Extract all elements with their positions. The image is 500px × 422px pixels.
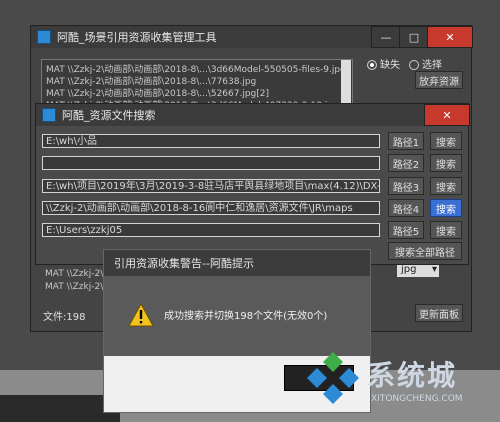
chevron-down-icon: ▾ xyxy=(431,264,437,275)
radio-missing[interactable]: 缺失 xyxy=(367,56,400,71)
dialog-message: 成功搜索并切换198个文件(无效0个) xyxy=(164,311,328,322)
watermark: 系统城 XITONGCHENG.COM xyxy=(305,350,500,410)
radio-missing-label: 缺失 xyxy=(380,60,400,71)
file-count: 文件:198 xyxy=(43,312,86,323)
refresh-panel-button[interactable]: 更新面板 xyxy=(415,304,463,322)
close-button[interactable]: ✕ xyxy=(427,26,473,48)
watermark-text: 系统城 xyxy=(367,359,458,392)
path-button-5[interactable]: 路径5 xyxy=(388,221,424,239)
search-window-title: 阿酷_资源文件搜索 xyxy=(62,109,156,122)
search-button-3[interactable]: 搜索 xyxy=(430,177,462,195)
app-icon xyxy=(37,30,51,44)
discard-resource-button[interactable]: 放弃资源 xyxy=(415,71,463,89)
close-button[interactable]: ✕ xyxy=(424,104,470,126)
path-field-3[interactable]: E:\wh\项目\2019年\3月\2019-3-8驻马店平舆县绿地项目\max… xyxy=(42,179,380,193)
path-field-2[interactable] xyxy=(42,156,380,170)
format-select[interactable]: jpg ▾ xyxy=(397,263,439,277)
maximize-button[interactable]: □ xyxy=(399,26,429,48)
path-button-4[interactable]: 路径4 xyxy=(388,199,424,217)
search-window-titlebar: 阿酷_资源文件搜索 xyxy=(36,104,468,126)
path-field-5[interactable]: E:\Users\zzkj05 xyxy=(42,223,380,237)
background-dark-area xyxy=(0,395,120,422)
search-button-2[interactable]: 搜索 xyxy=(430,154,462,172)
radio-select[interactable]: 选择 xyxy=(409,56,442,71)
radio-select-label: 选择 xyxy=(422,60,442,71)
minimize-button[interactable]: — xyxy=(371,26,401,48)
main-window-title: 阿酷_场景引用资源收集管理工具 xyxy=(57,31,217,44)
radio-select-indicator[interactable] xyxy=(409,60,419,70)
dialog-title: 引用资源收集警告--阿酷提示 xyxy=(104,250,370,276)
search-window: 阿酷_资源文件搜索 ✕ E:\wh\小品 路径1 搜索 路径2 搜索 E:\wh… xyxy=(35,103,470,265)
search-button-4[interactable]: 搜索 xyxy=(430,199,462,217)
warning-icon xyxy=(128,303,154,327)
search-button-5[interactable]: 搜索 xyxy=(430,221,462,239)
search-all-paths-button[interactable]: 搜索全部路径 xyxy=(388,242,462,260)
path-button-3[interactable]: 路径3 xyxy=(388,177,424,195)
search-button-1[interactable]: 搜索 xyxy=(430,132,462,150)
path-field-1[interactable]: E:\wh\小品 xyxy=(42,134,380,148)
path-button-1[interactable]: 路径1 xyxy=(388,132,424,150)
radio-missing-indicator[interactable] xyxy=(367,60,377,70)
watermark-logo-icon xyxy=(307,352,359,404)
watermark-subtext: XITONGCHENG.COM xyxy=(371,394,463,404)
path-field-4[interactable]: \\Zzkj-2\动画部\动画部\2018-8-16阆中仁和逸居\资源文件\JR… xyxy=(42,201,380,215)
format-value: jpg xyxy=(401,264,417,275)
app-icon xyxy=(42,108,56,122)
path-button-2[interactable]: 路径2 xyxy=(388,154,424,172)
